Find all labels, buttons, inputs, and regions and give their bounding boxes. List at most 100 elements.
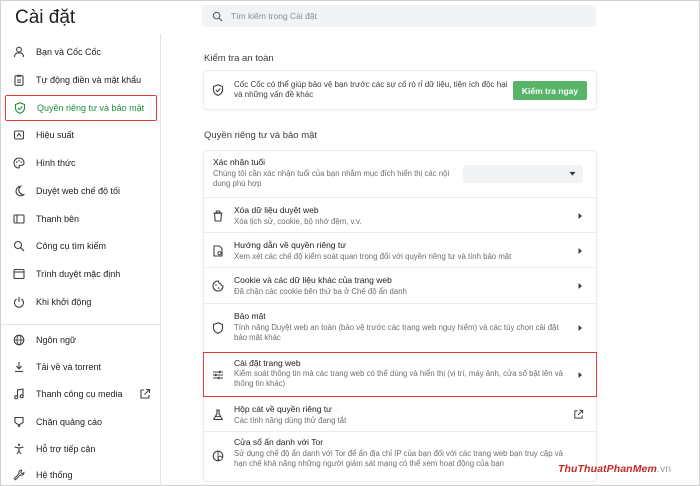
sidebar-item-search-engine[interactable]: Công cụ tìm kiếm bbox=[5, 233, 157, 259]
row-title: Hộp cát về quyền riêng tư bbox=[234, 404, 332, 414]
security-shield-icon bbox=[212, 322, 224, 334]
globe-icon bbox=[13, 334, 25, 346]
sidebar-item-side-panel[interactable]: Thanh bên bbox=[5, 206, 157, 232]
dropdown-arrow-icon bbox=[569, 171, 576, 176]
sidebar-item-label: Ngôn ngữ bbox=[36, 335, 77, 345]
chevron-right-icon bbox=[578, 372, 582, 378]
sidebar-item-system[interactable]: Hệ thống bbox=[5, 462, 157, 486]
page-title: Cài đặt bbox=[15, 7, 76, 28]
browser-window-icon bbox=[13, 268, 25, 280]
tor-icon bbox=[212, 450, 224, 462]
sidebar-item-label: Trình duyệt mặc định bbox=[36, 269, 121, 279]
watermark-main: ThuThuatPhanMem bbox=[558, 463, 657, 475]
sidebar-item-label: Hệ thống bbox=[36, 470, 73, 480]
safety-check-card: Cốc Cốc có thể giúp bảo vệ bạn trước các… bbox=[204, 71, 596, 109]
sidebar-item-label: Hiệu suất bbox=[36, 130, 75, 140]
sidebar-item-accessibility[interactable]: Hỗ trợ tiếp cận bbox=[5, 436, 157, 462]
row-title: Hướng dẫn về quyền riêng tư bbox=[234, 240, 346, 250]
search-icon bbox=[13, 240, 25, 252]
sidebar-item-languages[interactable]: Ngôn ngữ bbox=[5, 327, 157, 353]
trash-icon bbox=[213, 210, 223, 222]
sidebar-item-privacy[interactable]: Quyền riêng tư và bảo mật bbox=[5, 95, 157, 121]
section-title-safety-check: Kiểm tra an toàn bbox=[204, 53, 274, 64]
accessibility-icon bbox=[13, 443, 25, 455]
moon-icon bbox=[13, 185, 25, 197]
privacy-guide-icon bbox=[213, 245, 223, 257]
site-settings-row[interactable]: Cài đặt trang web Kiểm soát thông tin mà… bbox=[203, 352, 597, 397]
tor-incognito-row[interactable]: Cửa sổ ẩn danh với Tor Sử dụng chế độ ẩn… bbox=[204, 431, 596, 481]
sidebar-item-label: Thanh công cụ media bbox=[36, 389, 123, 399]
sidebar-item-label: Duyệt web chế độ tối bbox=[36, 186, 121, 196]
sidebar-item-label: Thanh bên bbox=[36, 214, 80, 224]
chevron-right-icon bbox=[578, 283, 582, 289]
sidebar-item-label: Tải về và torrent bbox=[36, 362, 102, 372]
settings-window: Cài đặt Bạn và Cốc Cốc Tự động điền và m… bbox=[0, 0, 700, 486]
row-description: Tính năng Duyệt web an toàn (bảo vệ trướ… bbox=[234, 323, 559, 342]
shield-icon bbox=[14, 102, 26, 114]
chevron-right-icon bbox=[578, 325, 582, 331]
sidebar-item-default-browser[interactable]: Trình duyệt mặc định bbox=[5, 261, 157, 287]
sidebar-item-label: Hỗ trợ tiếp cận bbox=[36, 444, 96, 454]
chevron-right-icon bbox=[578, 248, 582, 254]
sidebar-item-downloads[interactable]: Tải về và torrent bbox=[5, 354, 157, 380]
row-title: Bảo mật bbox=[234, 311, 266, 321]
row-title: Cửa sổ ẩn danh với Tor bbox=[234, 437, 324, 447]
row-title: Cookie và các dữ liệu khác của trang web bbox=[234, 275, 392, 285]
cookie-icon bbox=[212, 280, 224, 292]
row-description: Chúng tôi cần xác nhận tuổi của bạn nhằm… bbox=[213, 169, 450, 188]
sidebar-item-on-startup[interactable]: Khi khởi động bbox=[5, 289, 157, 315]
safety-check-description: Cốc Cốc có thể giúp bảo vệ bạn trước các… bbox=[234, 80, 508, 99]
external-link-icon bbox=[140, 388, 151, 399]
sidebar-item-label: Công cụ tìm kiếm bbox=[36, 241, 107, 251]
sidebar: Bạn và Cốc Cốc Tự động điền và mật khẩu … bbox=[1, 34, 161, 486]
sidebar-item-label: Hình thức bbox=[36, 158, 76, 168]
sidebar-item-you-and-coccoc[interactable]: Bạn và Cốc Cốc bbox=[5, 39, 157, 65]
sidebar-item-autofill[interactable]: Tự động điền và mật khẩu bbox=[5, 67, 157, 93]
privacy-card: Xác nhận tuổi Chúng tôi cần xác nhận tuổ… bbox=[203, 151, 597, 481]
clipboard-icon bbox=[13, 74, 25, 86]
sidebar-item-ad-block[interactable]: Chặn quảng cáo bbox=[5, 409, 157, 435]
row-description: Xem xét các chế độ kiểm soát quan trọng … bbox=[234, 252, 512, 261]
sidebar-item-label: Khi khởi động bbox=[36, 297, 92, 307]
palette-icon bbox=[13, 157, 25, 169]
row-description: Xóa lịch sử, cookie, bộ nhớ đệm, v.v. bbox=[234, 217, 362, 226]
flask-icon bbox=[212, 409, 224, 421]
row-title: Xác nhận tuổi bbox=[213, 157, 265, 167]
privacy-sandbox-row[interactable]: Hộp cát về quyền riêng tư Các tính năng … bbox=[204, 398, 596, 431]
sidebar-item-dark-mode[interactable]: Duyệt web chế độ tối bbox=[5, 178, 157, 204]
music-icon bbox=[13, 388, 25, 400]
sidebar-item-media-toolbar[interactable]: Thanh công cụ media bbox=[5, 381, 157, 407]
sidebar-item-label: Tự động điền và mật khẩu bbox=[36, 75, 142, 85]
row-description: Các tính năng dùng thử đang tắt bbox=[234, 416, 347, 425]
check-now-button[interactable]: Kiểm tra ngay bbox=[513, 81, 587, 100]
age-verification-row: Xác nhận tuổi Chúng tôi cần xác nhận tuổ… bbox=[204, 151, 596, 197]
power-icon bbox=[13, 296, 25, 308]
chevron-right-icon bbox=[578, 213, 582, 219]
sidebar-item-appearance[interactable]: Hình thức bbox=[5, 150, 157, 176]
sidebar-item-performance[interactable]: Hiệu suất bbox=[5, 122, 157, 148]
sidebar-panel-icon bbox=[13, 213, 25, 225]
search-icon bbox=[212, 11, 223, 22]
row-title: Xóa dữ liệu duyệt web bbox=[234, 205, 319, 215]
wrench-icon bbox=[13, 469, 25, 481]
external-link-icon bbox=[574, 409, 584, 419]
cookies-row[interactable]: Cookie và các dữ liệu khác của trang web… bbox=[204, 267, 596, 303]
sidebar-item-label: Quyền riêng tư và bảo mật bbox=[37, 103, 145, 113]
row-description: Sử dụng chế độ ẩn danh với Tor để ẩn địa… bbox=[234, 449, 563, 468]
sidebar-divider bbox=[1, 324, 161, 325]
download-icon bbox=[13, 361, 25, 373]
sidebar-item-label: Chặn quảng cáo bbox=[36, 417, 103, 427]
search-box[interactable] bbox=[202, 5, 596, 27]
clear-browsing-data-row[interactable]: Xóa dữ liệu duyệt web Xóa lịch sử, cooki… bbox=[204, 197, 596, 232]
sliders-icon bbox=[213, 370, 223, 380]
privacy-guide-row[interactable]: Hướng dẫn về quyền riêng tư Xem xét các … bbox=[204, 232, 596, 267]
row-description: Đã chặn các cookie bên thứ ba ở Chế độ ẩ… bbox=[234, 287, 407, 296]
watermark-tail: .vn bbox=[656, 463, 672, 475]
safety-shield-icon bbox=[212, 84, 224, 96]
sidebar-item-label: Bạn và Cốc Cốc bbox=[36, 47, 102, 57]
search-input[interactable] bbox=[231, 11, 571, 21]
watermark: ThuThuatPhanMem.vn bbox=[558, 463, 671, 475]
age-select[interactable] bbox=[463, 165, 583, 183]
person-icon bbox=[13, 46, 25, 58]
security-row[interactable]: Bảo mật Tính năng Duyệt web an toàn (bảo… bbox=[204, 303, 596, 351]
